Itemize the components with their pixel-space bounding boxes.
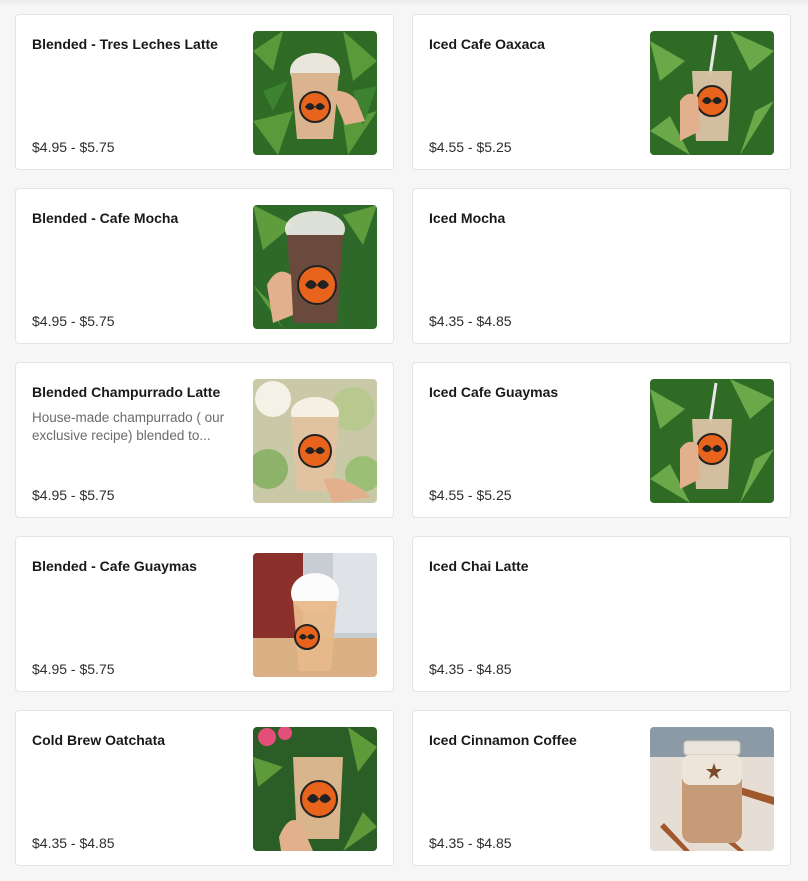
menu-item-card[interactable]: Cold Brew Oatchata $4.35 - $4.85 — [15, 710, 394, 866]
menu-item-card[interactable]: Iced Cinnamon Coffee $4.35 - $4.85 — [412, 710, 791, 866]
menu-grid: Blended - Tres Leches Latte $4.95 - $5.7… — [0, 0, 808, 881]
item-name: Cold Brew Oatchata — [32, 732, 166, 748]
item-name: Blended - Cafe Guaymas — [32, 558, 197, 574]
menu-item-card[interactable]: Iced Mocha $4.35 - $4.85 — [412, 188, 791, 344]
item-price: $4.95 - $5.75 — [32, 487, 115, 503]
item-price: $4.35 - $4.85 — [429, 313, 512, 329]
item-price: $4.35 - $4.85 — [32, 835, 115, 851]
item-name: Blended Champurrado Latte — [32, 384, 221, 400]
item-price: $4.95 - $5.75 — [32, 661, 115, 677]
item-price: $4.55 - $5.25 — [429, 487, 512, 503]
item-name: Iced Cafe Guaymas — [429, 384, 559, 400]
cold-brew-photo — [253, 727, 377, 851]
menu-item-card[interactable]: Iced Chai Latte $4.35 - $4.85 — [412, 536, 791, 692]
item-name: Iced Cafe Oaxaca — [429, 36, 545, 52]
blended-champurrado-photo — [253, 379, 377, 503]
menu-item-card[interactable]: Iced Cafe Oaxaca $4.55 - $5.25 — [412, 14, 791, 170]
mason-jar-photo — [650, 727, 774, 851]
item-price: $4.95 - $5.75 — [32, 313, 115, 329]
item-price: $4.35 - $4.85 — [429, 661, 512, 677]
blended-mocha-photo — [253, 205, 377, 329]
menu-item-card[interactable]: Blended Champurrado Latte House-made cha… — [15, 362, 394, 518]
item-price: $4.95 - $5.75 — [32, 139, 115, 155]
menu-item-card[interactable]: Blended - Cafe Mocha $4.95 - $5.75 — [15, 188, 394, 344]
menu-item-card[interactable]: Blended - Cafe Guaymas $4.95 - $5.75 — [15, 536, 394, 692]
whipped-drink-photo — [253, 553, 377, 677]
item-name: Blended - Tres Leches Latte — [32, 36, 218, 52]
item-name: Iced Cinnamon Coffee — [429, 732, 577, 748]
blended-latte-photo — [253, 31, 377, 155]
menu-item-card[interactable]: Blended - Tres Leches Latte $4.95 - $5.7… — [15, 14, 394, 170]
item-name: Iced Mocha — [429, 210, 506, 226]
item-description: House-made champurrado ( our exclusive r… — [32, 410, 225, 443]
item-name: Blended - Cafe Mocha — [32, 210, 179, 226]
menu-item-card[interactable]: Iced Cafe Guaymas $4.55 - $5.25 — [412, 362, 791, 518]
iced-cafe-photo — [650, 379, 774, 503]
item-name: Iced Chai Latte — [429, 558, 529, 574]
item-price: $4.35 - $4.85 — [429, 835, 512, 851]
iced-cafe-photo — [650, 31, 774, 155]
item-price: $4.55 - $5.25 — [429, 139, 512, 155]
